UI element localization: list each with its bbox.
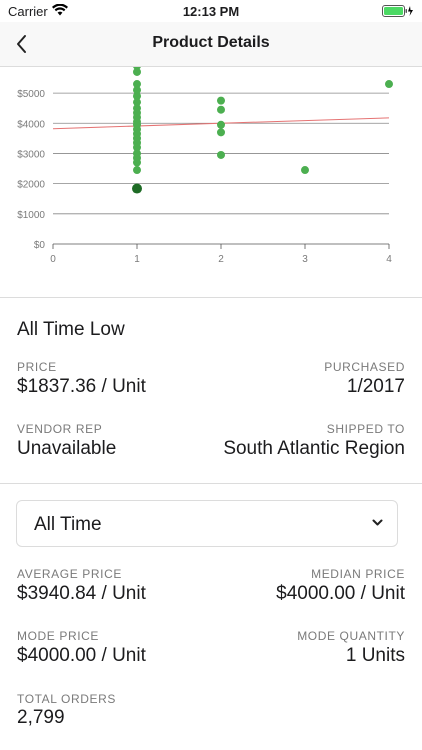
median-price-value: $4000.00 / Unit xyxy=(276,583,405,604)
all-time-low-heading: All Time Low xyxy=(17,319,125,340)
vendor-rep-value: Unavailable xyxy=(17,438,117,459)
shipped-to-value: South Atlantic Region xyxy=(223,438,405,459)
navigation-bar: Product Details xyxy=(0,22,422,67)
total-orders-value: 2,799 xyxy=(17,707,65,728)
x-tick-label: 1 xyxy=(134,254,140,265)
data-point xyxy=(133,166,141,175)
x-tick-label: 0 xyxy=(50,254,56,265)
time-range-selected: All Time xyxy=(34,514,102,535)
y-tick-label: $1000 xyxy=(17,210,45,221)
data-point xyxy=(133,158,141,167)
mode-quantity-label: MODE QUANTITY xyxy=(297,629,405,643)
mode-quantity-value: 1 Units xyxy=(345,645,405,666)
page-title: Product Details xyxy=(152,34,270,51)
total-orders-label: TOTAL ORDERS xyxy=(17,692,116,706)
price-label: PRICE xyxy=(17,360,57,374)
purchased-value: 1/2017 xyxy=(346,376,405,397)
battery-icon xyxy=(382,5,413,17)
y-tick-label: $2000 xyxy=(17,180,45,191)
data-point xyxy=(217,105,225,114)
status-time: 12:13 PM xyxy=(182,4,240,19)
section-divider xyxy=(0,483,422,484)
average-price-value: $3940.84 / Unit xyxy=(17,583,146,604)
y-tick-label: $4000 xyxy=(17,119,45,130)
price-scatter-chart: $0 $1000 $2000 $3000 $4000 $5000 0 1 2 3 4 xyxy=(0,61,422,297)
y-tick-label: $3000 xyxy=(17,149,45,160)
x-tick-label: 2 xyxy=(218,254,224,265)
y-tick-label: $0 xyxy=(34,240,46,251)
data-point xyxy=(133,67,141,76)
data-point xyxy=(385,80,393,89)
purchased-label: PURCHASED xyxy=(324,360,405,374)
data-point xyxy=(301,166,309,175)
data-point xyxy=(217,150,225,159)
time-range-dropdown[interactable]: All Time xyxy=(16,500,398,547)
price-value: $1837.36 / Unit xyxy=(17,376,146,397)
shipped-to-label: SHIPPED TO xyxy=(326,422,405,436)
status-bar: Carrier 12:13 PM xyxy=(0,0,422,22)
vendor-rep-label: VENDOR REP xyxy=(17,422,103,436)
y-tick-label: $5000 xyxy=(17,89,45,100)
mode-price-label: MODE PRICE xyxy=(17,629,100,643)
chevron-down-icon xyxy=(372,519,383,526)
average-price-label: AVERAGE PRICE xyxy=(17,567,122,581)
highlighted-data-point xyxy=(132,183,142,194)
median-price-label: MEDIAN PRICE xyxy=(311,567,405,581)
x-tick-label: 3 xyxy=(302,254,308,265)
chart-canvas: $0 $1000 $2000 $3000 $4000 $5000 0 1 2 3 4 xyxy=(17,61,393,265)
data-point xyxy=(217,128,225,137)
data-point xyxy=(217,96,225,105)
mode-price-value: $4000.00 / Unit xyxy=(17,645,146,666)
section-divider xyxy=(0,297,422,298)
x-tick-label: 4 xyxy=(386,254,392,265)
data-point xyxy=(217,120,225,129)
